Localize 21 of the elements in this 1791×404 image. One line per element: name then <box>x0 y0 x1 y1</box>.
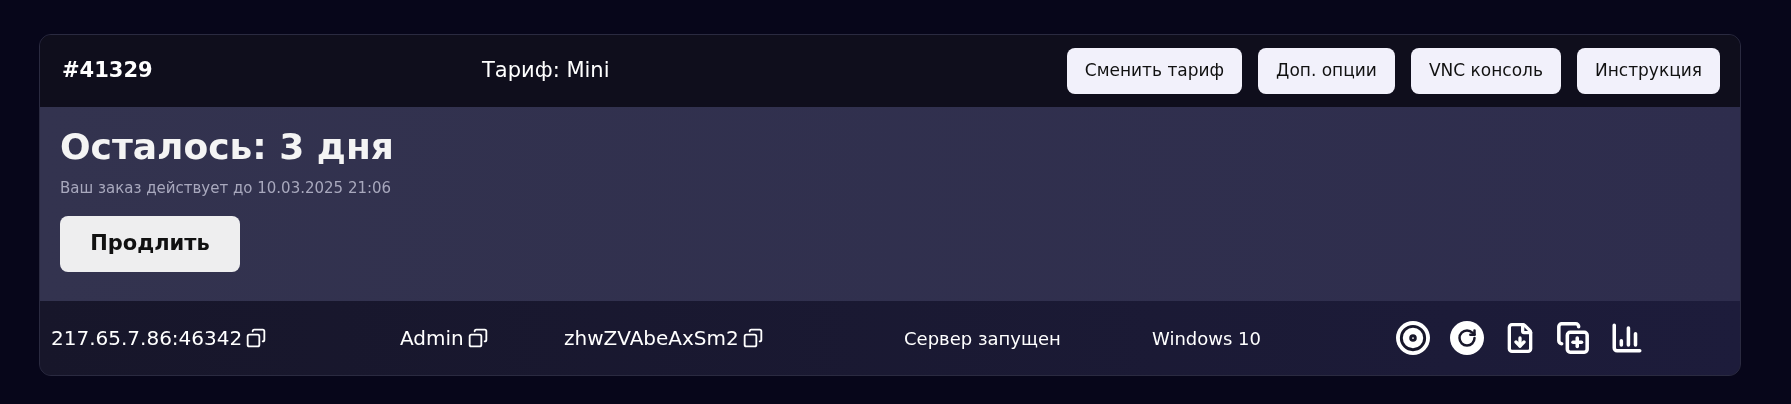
header-button[interactable]: Доп. опции <box>1258 48 1395 94</box>
copy-icon[interactable] <box>246 328 267 348</box>
server-state: Сервер запущен <box>904 326 1062 351</box>
os-name: Windows 10 <box>1152 326 1262 351</box>
disc-icon[interactable] <box>1396 321 1430 355</box>
restart-icon[interactable] <box>1450 321 1484 355</box>
password-text: zhwZVAbeAxSm2 <box>564 325 739 352</box>
header-button[interactable]: VNC консоль <box>1410 48 1561 94</box>
copy-icon[interactable] <box>467 328 488 348</box>
expiry-note: Ваш заказ действует до 10.03.2025 21:06 <box>60 178 393 199</box>
renew-button[interactable]: Продлить <box>60 215 240 272</box>
duplicate-icon[interactable] <box>1556 321 1590 355</box>
copy-icon[interactable] <box>742 328 763 348</box>
login-text: Admin <box>400 325 464 352</box>
bar-chart-icon[interactable] <box>1610 321 1644 355</box>
tariff-label: Тариф: Mini <box>482 57 610 85</box>
header-button[interactable]: Сменить тариф <box>1066 48 1243 94</box>
header-button[interactable]: Инструкция <box>1576 48 1720 94</box>
remaining-title: Осталось: 3 дня <box>60 125 395 169</box>
server-address: 217.65.7.86:46342 <box>51 325 243 352</box>
order-id: #41329 <box>62 57 154 85</box>
